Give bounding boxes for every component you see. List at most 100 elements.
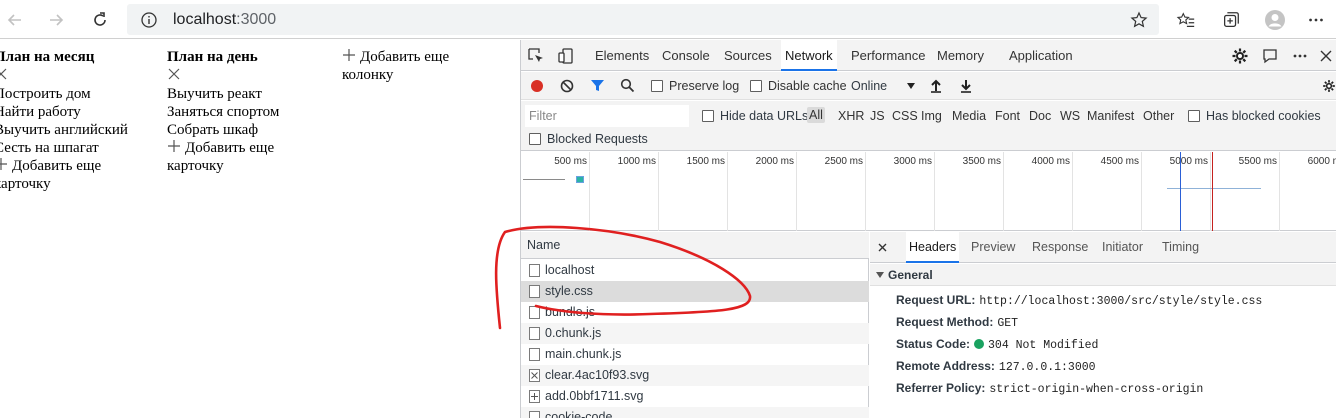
filter-type-js[interactable]: JS [870,109,885,123]
request-row[interactable]: cookie-code... [521,407,869,418]
network-overview-timeline[interactable]: 500 ms 1000 ms 1500 ms 2000 ms 2500 ms 3… [521,152,1336,231]
clear-icon[interactable] [560,79,574,93]
url-port: :3000 [236,11,277,28]
collections-button[interactable] [1220,9,1242,31]
request-row[interactable]: add.0bbf1711.svg [521,386,869,407]
filter-type-ws[interactable]: WS [1060,109,1080,123]
blocked-requests-checkbox[interactable]: Blocked Requests [529,132,648,146]
feedback-icon[interactable] [1261,47,1279,65]
tab-preview[interactable]: Preview [968,232,1018,263]
tab-elements[interactable]: Elements [591,40,653,71]
filter-type-other[interactable]: Other [1143,109,1174,123]
tab-sources[interactable]: Sources [720,40,776,71]
devtools-tab-bar: Elements Console Sources Network Perform… [521,40,1336,71]
tab-response[interactable]: Response [1029,232,1091,263]
filter-type-xhr[interactable]: XHR [838,109,864,123]
add-card-label: Добавить еще карточку [167,140,275,174]
close-icon[interactable] [0,67,8,81]
network-toolbar: Preserve log Disable cache Online [521,72,1336,100]
more-horizontal-icon[interactable] [1291,47,1309,65]
request-row[interactable]: localhost [521,260,869,281]
close-icon[interactable] [1317,47,1335,65]
filter-type-media[interactable]: Media [952,109,986,123]
filter-type-doc[interactable]: Doc [1029,109,1051,123]
card[interactable]: Собрать шкаф [167,121,297,139]
general-section-header[interactable]: General [870,264,1336,286]
profile-button[interactable] [1264,9,1286,31]
add-card-button[interactable]: Добавить еще карточку [167,139,297,175]
tab-headers[interactable]: Headers [906,232,960,263]
network-settings-gear-icon[interactable] [1322,79,1336,93]
import-har-icon[interactable] [929,78,943,93]
name-column-header[interactable]: Name [521,232,869,259]
info-icon[interactable] [140,11,158,29]
svg-file-icon [529,390,540,403]
back-button[interactable] [2,7,28,33]
close-icon[interactable] [878,243,887,252]
close-icon[interactable] [167,67,181,81]
throttling-select[interactable]: Online [849,76,915,96]
filter-type-img[interactable]: Img [921,109,942,123]
forward-button[interactable] [43,7,69,33]
request-row[interactable]: style.css [521,281,869,302]
blocked-requests-label: Blocked Requests [547,132,648,146]
request-row[interactable]: clear.4ac10f93.svg [521,365,869,386]
add-column-button[interactable]: Добавить еще колонку [342,48,482,84]
search-icon[interactable] [620,78,635,93]
document-icon [529,264,540,277]
tab-application[interactable]: Application [1005,40,1077,71]
record-icon[interactable] [530,79,544,93]
preserve-log-checkbox[interactable]: Preserve log [651,78,739,94]
timeline-tick-label: 5000 ms [1169,156,1208,167]
filter-type-all[interactable]: All [807,107,825,123]
card[interactable]: Выучить английский [0,121,128,139]
export-har-icon[interactable] [959,78,973,93]
address-bar[interactable]: localhost:3000 [127,4,1159,35]
card[interactable]: Заняться спортом [167,103,297,121]
more-menu-button[interactable] [1305,9,1327,31]
filter-type-font[interactable]: Font [995,109,1020,123]
tab-timing[interactable]: Timing [1159,232,1202,263]
card[interactable]: Найти работу [0,103,128,121]
filter-type-css[interactable]: CSS [892,109,918,123]
request-row[interactable]: main.chunk.js [521,344,869,365]
settings-gear-icon[interactable] [1231,47,1249,65]
request-name: bundle.js [545,305,596,319]
request-details-panel: Headers Preview Response Initiator Timin… [870,232,1336,418]
card[interactable]: Построить дом [0,85,128,103]
checkbox[interactable] [529,133,541,145]
tab-memory[interactable]: Memory [933,40,988,71]
filter-input[interactable]: Filter [525,105,689,127]
checkbox[interactable] [750,80,762,92]
hide-data-urls-checkbox[interactable]: Hide data URLs [702,109,808,123]
card[interactable]: Сесть на шпагат [0,139,128,157]
checkbox[interactable] [1188,110,1200,122]
inspect-element-icon[interactable] [527,47,545,65]
favorites-button[interactable] [1175,9,1197,31]
checkbox[interactable] [651,80,663,92]
throttling-value: Online [851,79,888,93]
request-row[interactable]: bundle.js [521,302,869,323]
filter-type-manifest[interactable]: Manifest [1087,109,1134,123]
card[interactable]: Выучить реакт [167,85,297,103]
tab-network[interactable]: Network [781,40,837,71]
tab-console[interactable]: Console [658,40,714,71]
checkbox[interactable] [702,110,714,122]
tab-performance[interactable]: Performance [847,40,929,71]
request-row[interactable]: 0.chunk.js [521,323,869,344]
add-column-label: Добавить еще колонку [342,49,450,83]
header-row-remote-address: Remote Address: 127.0.0.1:3000 [896,356,1096,376]
disable-cache-checkbox[interactable]: Disable cache [750,78,847,94]
star-icon[interactable] [1130,11,1148,29]
request-name: style.css [545,284,593,298]
timeline-gridline [1141,152,1142,231]
request-list: Name localhost style.css bundle.js 0.chu… [521,232,869,418]
timeline-tick-label: 3000 ms [893,156,932,167]
has-blocked-cookies-checkbox[interactable]: Has blocked cookies [1188,109,1321,123]
filter-icon[interactable] [590,78,605,93]
plus-icon [168,140,180,152]
device-toolbar-icon[interactable] [557,47,575,65]
tab-initiator[interactable]: Initiator [1099,232,1146,263]
add-card-button[interactable]: Добавить еще карточку [0,157,114,193]
reload-button[interactable] [87,7,113,33]
